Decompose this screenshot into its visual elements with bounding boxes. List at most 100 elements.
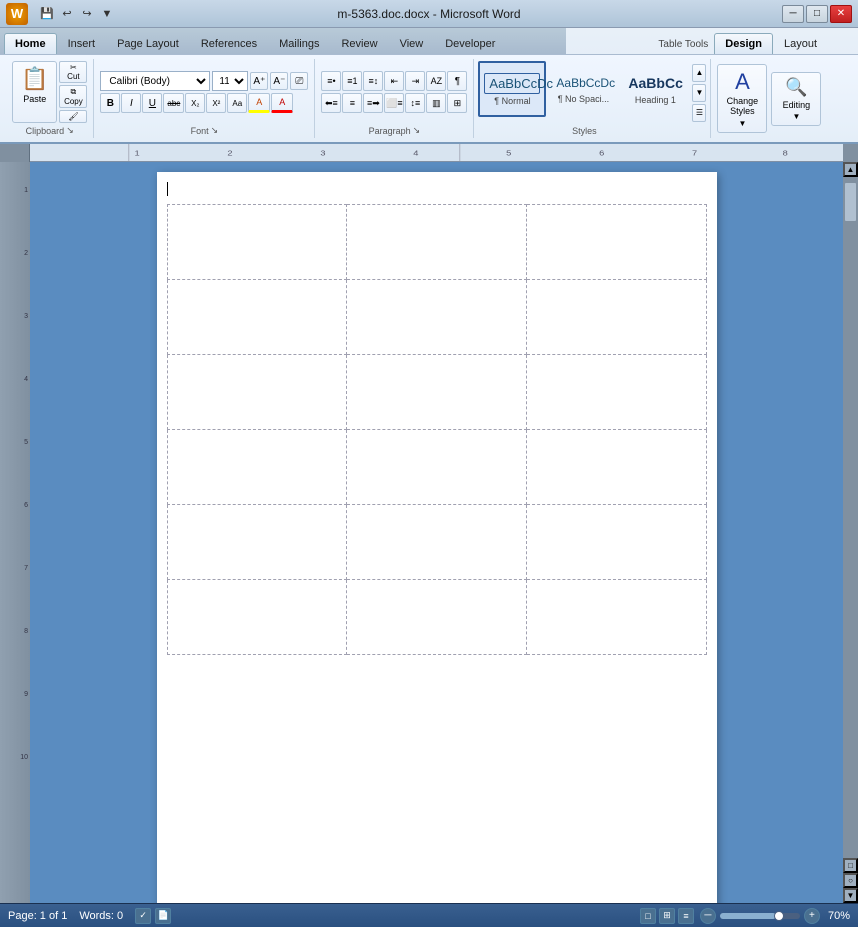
table-cell[interactable]: [526, 430, 706, 505]
tab-mailings[interactable]: Mailings: [268, 33, 330, 54]
tab-references[interactable]: References: [190, 33, 268, 54]
minimize-button[interactable]: ─: [782, 5, 804, 23]
tab-developer[interactable]: Developer: [434, 33, 506, 54]
shading-button[interactable]: ▥: [426, 93, 446, 113]
font-size-select[interactable]: 11: [212, 71, 248, 91]
zoom-out-button[interactable]: ─: [700, 908, 716, 924]
style-normal[interactable]: AaBbCcDc ¶ Normal: [478, 61, 546, 117]
table-cell[interactable]: [526, 505, 706, 580]
subscript-button[interactable]: X₂: [185, 93, 205, 113]
view-normal-icon[interactable]: 📄: [155, 908, 171, 924]
document-table[interactable]: [167, 204, 707, 655]
justify-button[interactable]: ⬜≡: [384, 93, 404, 113]
increase-font-button[interactable]: A⁺: [250, 72, 268, 90]
font-color-button[interactable]: A: [271, 93, 293, 113]
table-cell[interactable]: [347, 430, 527, 505]
change-styles-button[interactable]: A ChangeStyles ▼: [717, 64, 767, 133]
zoom-handle[interactable]: [774, 911, 784, 921]
font-expand-icon[interactable]: ↘: [211, 125, 219, 136]
tab-page-layout[interactable]: Page Layout: [106, 33, 190, 54]
table-cell[interactable]: [347, 580, 527, 655]
table-cell[interactable]: [167, 505, 347, 580]
tab-design[interactable]: Design: [714, 33, 773, 54]
view-print-icon[interactable]: □: [640, 908, 656, 924]
superscript-button[interactable]: X²: [206, 93, 226, 113]
table-cell[interactable]: [347, 505, 527, 580]
table-cell[interactable]: [526, 280, 706, 355]
tab-home[interactable]: Home: [4, 33, 57, 54]
close-button[interactable]: ✕: [830, 5, 852, 23]
table-cell[interactable]: [167, 280, 347, 355]
sort-button[interactable]: AZ: [426, 71, 446, 91]
cut-button[interactable]: ✂ Cut: [59, 61, 87, 83]
table-cell[interactable]: [526, 355, 706, 430]
tab-view[interactable]: View: [389, 33, 435, 54]
line-spacing-button[interactable]: ↕≡: [405, 93, 425, 113]
table-cell[interactable]: [347, 205, 527, 280]
numbering-button[interactable]: ≡1: [342, 71, 362, 91]
tab-insert[interactable]: Insert: [57, 33, 107, 54]
styles-more[interactable]: ☰: [692, 104, 706, 122]
table-cell[interactable]: [347, 280, 527, 355]
styles-scroll-down[interactable]: ▼: [692, 84, 706, 102]
multilevel-button[interactable]: ≡↕: [363, 71, 383, 91]
tab-review[interactable]: Review: [330, 33, 388, 54]
style-heading1[interactable]: AaBbCc Heading 1: [620, 61, 690, 117]
align-center-button[interactable]: ≡: [342, 93, 362, 113]
office-logo[interactable]: W: [6, 3, 28, 25]
quick-access-dropdown[interactable]: ▼: [98, 5, 116, 23]
save-button[interactable]: 💾: [38, 5, 56, 23]
zoom-in-button[interactable]: +: [804, 908, 820, 924]
decrease-indent-button[interactable]: ⇤: [384, 71, 404, 91]
align-right-button[interactable]: ≡➡: [363, 93, 383, 113]
zoom-slider[interactable]: [720, 913, 800, 919]
view-outline-icon[interactable]: ≡: [678, 908, 694, 924]
window-controls: ─ □ ✕: [782, 5, 852, 23]
scroll-track[interactable]: [843, 177, 858, 858]
show-hide-button[interactable]: ¶: [447, 71, 467, 91]
scroll-view1-button[interactable]: □: [843, 858, 858, 873]
style-no-spacing[interactable]: AaBbCcDc ¶ No Spaci...: [548, 61, 618, 117]
check-icon[interactable]: ✓: [135, 908, 151, 924]
table-cell[interactable]: [347, 355, 527, 430]
scroll-up-button[interactable]: ▲: [843, 162, 858, 177]
redo-button[interactable]: ↪: [78, 5, 96, 23]
maximize-button[interactable]: □: [806, 5, 828, 23]
scroll-view2-button[interactable]: ○: [843, 873, 858, 888]
styles-group: AaBbCcDc ¶ Normal AaBbCcDc ¶ No Spaci...…: [474, 59, 711, 138]
clear-format-button[interactable]: ⎚: [290, 72, 308, 90]
font-family-select[interactable]: Calibri (Body): [100, 71, 210, 91]
paste-button[interactable]: 📋 Paste: [12, 61, 57, 123]
change-case-button[interactable]: Aa: [227, 93, 247, 113]
table-cell[interactable]: [526, 580, 706, 655]
table-cell[interactable]: [167, 205, 347, 280]
decrease-font-button[interactable]: A⁻: [270, 72, 288, 90]
tab-layout[interactable]: Layout: [773, 33, 828, 54]
view-web-icon[interactable]: ⊞: [659, 908, 675, 924]
increase-indent-button[interactable]: ⇥: [405, 71, 425, 91]
scroll-thumb[interactable]: [844, 182, 857, 222]
align-left-button[interactable]: ⬅≡: [321, 93, 341, 113]
strikethrough-button[interactable]: abc: [163, 93, 184, 113]
table-cell[interactable]: [167, 580, 347, 655]
borders-button[interactable]: ⊞: [447, 93, 467, 113]
bold-button[interactable]: B: [100, 93, 120, 113]
editing-button[interactable]: 🔍 Editing ▼: [771, 72, 821, 126]
bullets-button[interactable]: ≡•: [321, 71, 341, 91]
italic-button[interactable]: I: [121, 93, 141, 113]
underline-button[interactable]: U: [142, 93, 162, 113]
table-cell[interactable]: [167, 355, 347, 430]
document-page[interactable]: [157, 172, 717, 903]
clipboard-content: 📋 Paste ✂ Cut ⧉ Copy 🖌: [12, 61, 87, 123]
format-painter-button[interactable]: 🖌: [59, 110, 87, 123]
styles-scroll-up[interactable]: ▲: [692, 64, 706, 82]
copy-button[interactable]: ⧉ Copy: [59, 85, 87, 108]
table-cell[interactable]: [167, 430, 347, 505]
paragraph-expand-icon[interactable]: ↘: [413, 125, 421, 136]
page-area[interactable]: [30, 162, 843, 903]
text-highlight-button[interactable]: A: [248, 93, 270, 113]
scroll-down-button[interactable]: ▼: [843, 888, 858, 903]
table-cell[interactable]: [526, 205, 706, 280]
clipboard-expand-icon[interactable]: ↘: [66, 125, 74, 136]
undo-button[interactable]: ↩: [58, 5, 76, 23]
